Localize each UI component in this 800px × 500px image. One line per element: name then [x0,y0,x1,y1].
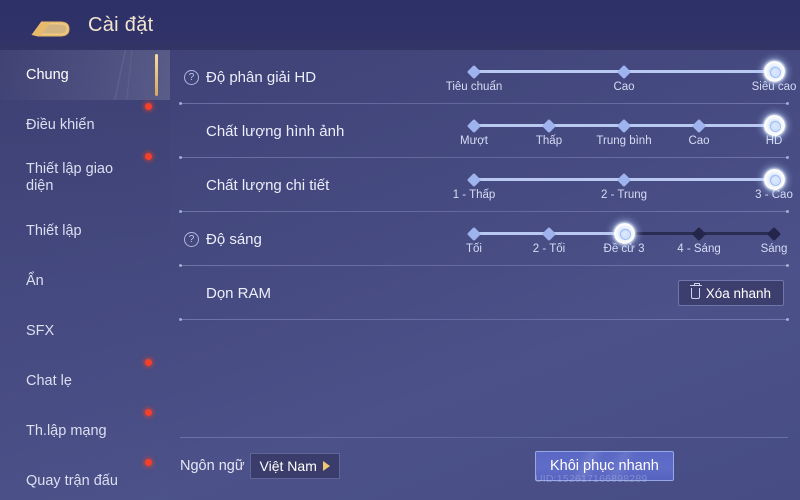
slider-detail-quality[interactable]: 1 - Thấp 2 - Trung 3 - Cao [453,165,793,205]
row-label-wrap: Dọn RAM [170,285,450,302]
slider-tick[interactable] [691,226,707,241]
setting-label: Dọn RAM [206,284,272,302]
row-label-wrap: Chất lượng chi tiết [170,177,450,194]
slider-tick-label: 1 - Thấp [452,189,496,201]
slider-tick[interactable] [466,64,482,79]
settings-screen: Cài đặt Chung Điều khiển Thiết lập giao … [0,0,800,500]
clear-ram-button[interactable]: Xóa nhanh [677,280,784,306]
sidebar-item-thiet-lap[interactable]: Thiết lập [0,206,170,256]
slider-tick[interactable] [541,118,557,133]
notification-badge-dot [145,359,152,366]
setting-row-image-quality: Chất lượng hình ảnh Mượt Thấp Trung bình Ca… [170,104,800,159]
header-bar: Cài đặt [0,0,800,50]
sidebar-item-thiet-lap-giao-dien[interactable]: Thiết lập giao diện [0,150,170,206]
sidebar: Chung Điều khiển Thiết lập giao diện Thi… [0,50,170,500]
notification-badge-dot [145,459,152,466]
language-label: Ngôn ngữ [180,458,245,474]
slider-resolution[interactable]: Tiêu chuẩn Cao Siêu cao [446,57,796,97]
slider-tick-label: Tiêu chuẩn [445,81,503,93]
row-label-wrap: ? Độ phân giải HD [170,69,450,86]
slider-tick-label: Siêu cao [751,81,797,93]
slider-tick-label: Thấp [535,135,563,147]
bottom-divider [180,437,788,438]
sidebar-item-label: Ẩn [26,272,44,289]
slider-thumb[interactable] [763,115,785,136]
slider-tick[interactable] [466,118,482,133]
sidebar-item-label: SFX [26,322,55,339]
uid-text: UID:152617166898289 [535,473,648,485]
setting-row-brightness: ? Độ sáng Tối 2 - Tối Đề cử 3 4 - Sáng Sáng [170,212,800,267]
slider-tick-label: Mượt [459,135,489,147]
page-title: Cài đặt [88,13,154,36]
slider-tick-label: 4 - Sáng [677,243,721,255]
sidebar-item-label: Quay trận đấu [26,472,118,489]
row-label-wrap: ? Độ sáng [170,231,450,248]
clear-ram-button-label: Xóa nhanh [705,285,771,301]
setting-label: Chất lượng chi tiết [206,176,330,194]
slider-tick[interactable] [616,118,632,133]
slider-tick[interactable] [691,118,707,133]
setting-row-clean-ram: Dọn RAM Xóa nhanh [170,266,800,321]
slider-tick[interactable] [466,172,482,187]
setting-row-resolution: ? Độ phân giải HD Tiêu chuẩn Cao Siêu cao [170,50,800,105]
sidebar-item-sfx[interactable]: SFX [0,306,170,356]
notification-badge-dot [145,103,152,110]
slider-brightness[interactable]: Tối 2 - Tối Đề cử 3 4 - Sáng Sáng [466,219,787,259]
row-label-wrap: Chất lượng hình ảnh [170,123,450,140]
slider-thumb[interactable] [613,223,635,244]
slider-tick-label: 2 - Trung [600,189,648,201]
slider-tick[interactable] [766,226,782,241]
notification-badge-dot [145,409,152,416]
help-icon[interactable]: ? [184,231,199,247]
setting-label: Chất lượng hình ảnh [206,122,345,140]
setting-row-detail-quality: Chất lượng chi tiết 1 - Thấp 2 - Trung 3 -… [170,158,800,213]
sidebar-item-label: Thiết lập [26,222,82,239]
slider-thumb[interactable] [763,169,785,190]
sidebar-item-label: Thiết lập giao diện [26,161,114,194]
slider-tick-label: Cao [688,135,710,147]
sidebar-item-dieu-khien[interactable]: Điều khiển [0,100,170,150]
sidebar-item-label: Chat lẹ [26,372,72,389]
slider-tick-label: Cao [613,81,635,93]
slider-tick-label: 3 - Cao [755,189,793,201]
slider-tick-label: Đề cử 3 [603,243,645,255]
sidebar-item-th-lap-mang[interactable]: Th.lập mạng [0,406,170,456]
sidebar-item-quay-tran-dau[interactable]: Quay trận đấu [0,456,170,500]
help-icon[interactable]: ? [184,69,199,85]
notification-badge-dot [145,153,152,160]
chevron-right-icon [322,461,330,471]
slider-thumb[interactable] [763,61,785,82]
slider-tick-label: Sáng [760,243,788,255]
slider-tick[interactable] [616,172,632,187]
brand-d-logo-icon [31,21,70,37]
slider-tick[interactable] [616,64,632,79]
sidebar-item-an[interactable]: Ẩn [0,256,170,306]
slider-tick-label: HD [765,135,783,147]
restore-defaults-label: Khôi phục nhanh [550,458,659,474]
bottom-bar: Ngôn ngữ Việt Nam Khôi phục nhanh UID:15… [180,446,800,486]
sidebar-item-label: Chung [26,66,69,83]
slider-image-quality[interactable]: Mượt Thấp Trung bình Cao HD [460,111,785,151]
slider-tick[interactable] [541,226,557,241]
slider-tick-label: Tối [466,243,482,255]
highlight-streak [92,50,152,100]
sidebar-item-chat-le[interactable]: Chat lẹ [0,356,170,406]
language-value: Việt Nam [259,458,317,474]
slider-tick-label: Trung bình [596,135,652,147]
sidebar-item-label: Th.lập mạng [26,422,107,439]
setting-label: Độ phân giải HD [206,68,317,86]
row-divider [179,318,789,321]
slider-tick-label: 2 - Tối [532,243,566,255]
settings-list: ? Độ phân giải HD Tiêu chuẩn Cao Siêu cao … [170,50,800,500]
slider-tick[interactable] [466,226,482,241]
sidebar-item-label: Điều khiển [26,116,95,133]
trash-icon [689,282,702,299]
setting-label: Độ sáng [206,230,262,248]
language-select[interactable]: Việt Nam [249,453,340,479]
sidebar-item-chung[interactable]: Chung [0,50,170,100]
